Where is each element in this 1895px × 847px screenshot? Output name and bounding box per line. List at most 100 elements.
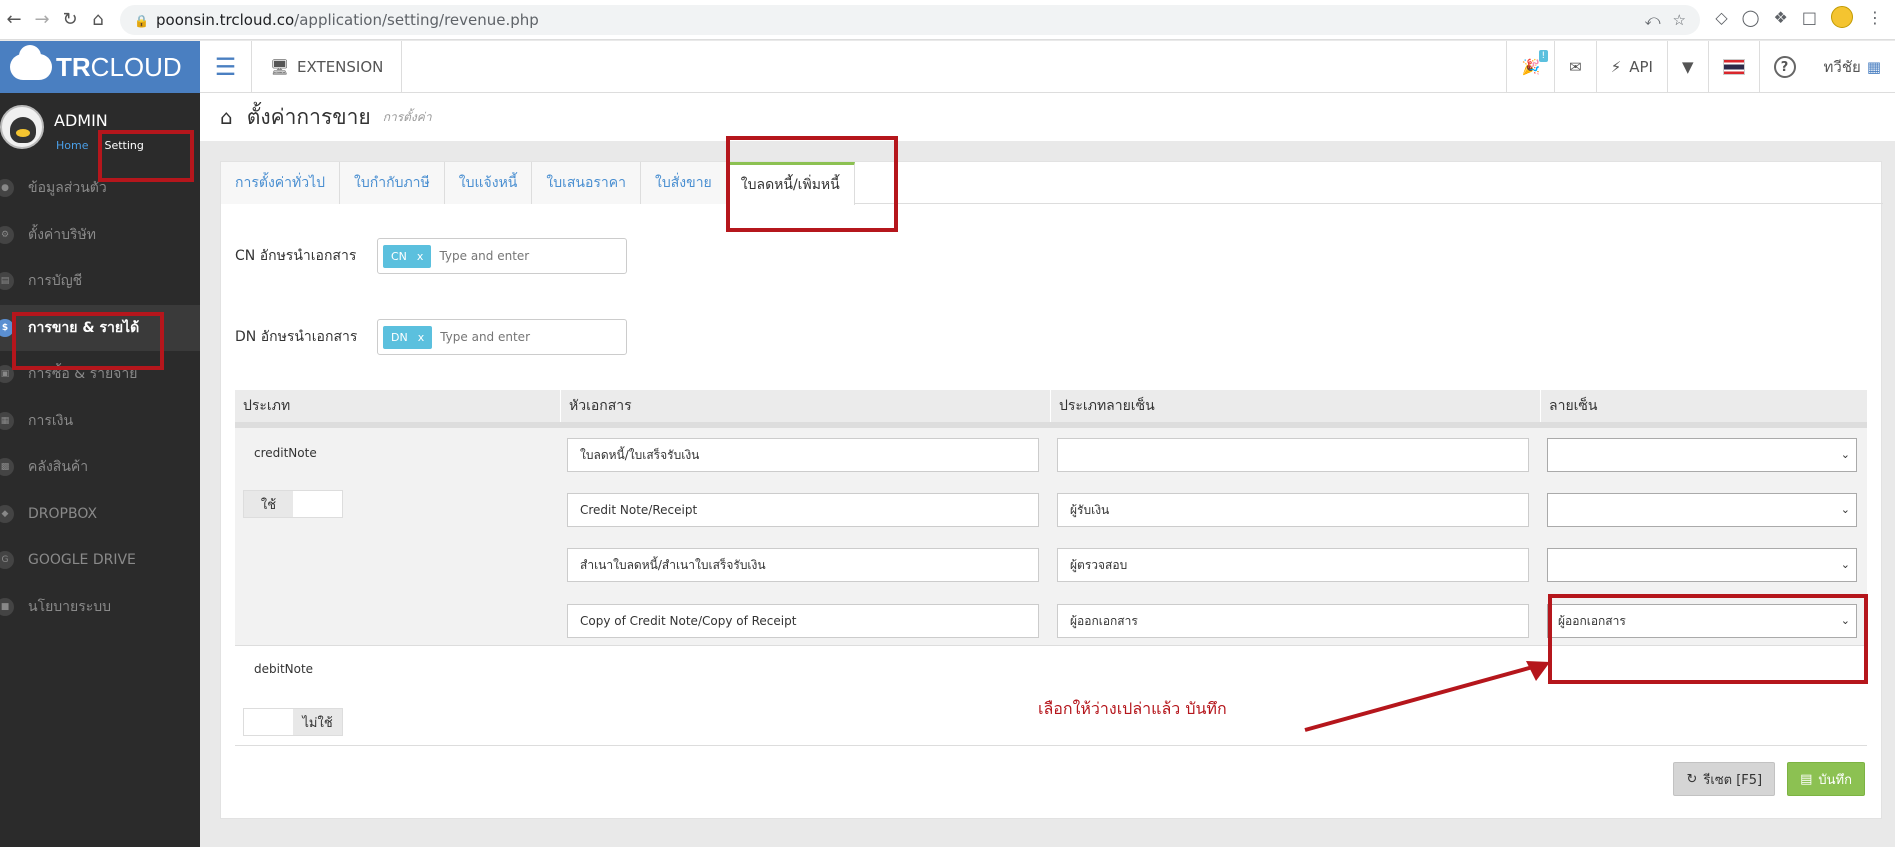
col-doc-title: หัวเอกสาร bbox=[561, 390, 1051, 422]
doc-title-field[interactable]: Copy of Credit Note/Copy of Receipt bbox=[567, 604, 1039, 638]
question-icon: ? bbox=[1773, 56, 1796, 78]
chevron-down-icon: ⌄ bbox=[1840, 503, 1850, 516]
sidebar-item-inventory[interactable]: ▩ คลังสินค้า bbox=[0, 444, 200, 491]
cn-tag-entry[interactable] bbox=[439, 249, 580, 263]
puzzle-icon[interactable]: ❖ bbox=[1774, 8, 1788, 27]
floppy-icon: ▤ bbox=[1800, 771, 1813, 787]
toggle-on-label: ใช้ bbox=[244, 491, 293, 517]
sidebar-item-policy[interactable]: ■ นโยบายระบบ bbox=[0, 584, 200, 631]
annotation-arrow bbox=[1304, 661, 1550, 732]
form-actions: ↻ รีเซต [F5] ▤ บันทึก bbox=[1673, 762, 1865, 796]
dn-tag-entry[interactable] bbox=[440, 330, 581, 344]
sidebar-item-label: ตั้งค่าบริษัท bbox=[28, 226, 97, 243]
language-button[interactable] bbox=[1707, 41, 1759, 93]
toggle-off-label: ไม่ใช้ bbox=[293, 709, 342, 735]
annotation-box-setting bbox=[98, 130, 194, 182]
sidebar-item-label: คลังสินค้า bbox=[28, 459, 89, 476]
home-browser-icon[interactable]: ⌂ bbox=[84, 9, 112, 30]
col-type: ประเภท bbox=[235, 390, 561, 422]
sidebar-item-label: นโยบายระบบ bbox=[28, 598, 112, 615]
signature-select[interactable]: ⌄ bbox=[1547, 548, 1857, 582]
home-icon[interactable]: ⌂ bbox=[220, 105, 233, 129]
tab-tax-invoice[interactable]: ใบกำกับภาษี bbox=[340, 162, 445, 204]
sign-type-field[interactable]: ผู้ตรวจสอบ bbox=[1057, 548, 1529, 582]
credit-note-type: creditNote bbox=[254, 446, 317, 460]
share-icon[interactable]: ⤺ bbox=[1645, 11, 1661, 29]
menu-kebab-icon[interactable]: ⋮ bbox=[1867, 8, 1883, 27]
trcloud-logo[interactable]: TR CLOUD bbox=[0, 41, 200, 93]
extension-button[interactable]: 🖥 EXTENSION bbox=[252, 41, 403, 93]
dn-prefix-label: DN อักษรนำเอกสาร bbox=[235, 329, 358, 345]
back-icon[interactable]: ← bbox=[0, 9, 28, 30]
shield-icon[interactable]: ◯ bbox=[1742, 8, 1760, 27]
doc-title-field[interactable]: สำเนาใบลดหนี้/สำเนาใบเสร็จรับเงิน bbox=[567, 548, 1039, 582]
sidebar-item-google-drive[interactable]: G GOOGLE DRIVE bbox=[0, 537, 200, 584]
hamburger-icon[interactable]: ☰ bbox=[200, 41, 252, 93]
debit-note-type: debitNote bbox=[254, 662, 314, 676]
user-menu[interactable]: ทวีชัย ▦ bbox=[1810, 41, 1895, 93]
forward-icon[interactable]: → bbox=[28, 9, 56, 30]
reload-icon[interactable]: ↻ bbox=[56, 9, 84, 30]
debit-note-toggle[interactable]: ไม่ใช้ bbox=[243, 708, 343, 736]
annotation-box-signature bbox=[1548, 594, 1868, 684]
sidebar-item-dropbox[interactable]: ◆ DROPBOX bbox=[0, 491, 200, 538]
sign-type-field[interactable] bbox=[1057, 438, 1529, 472]
tag-remove-icon[interactable]: x bbox=[417, 250, 424, 263]
party-icon: 🎉 bbox=[1521, 58, 1541, 76]
profile-avatar[interactable] bbox=[1831, 6, 1853, 28]
mail-button[interactable]: ✉ bbox=[1554, 41, 1596, 93]
signature-select[interactable]: ⌄ bbox=[1547, 493, 1857, 527]
book-icon: ▤ bbox=[0, 272, 14, 291]
calendar-icon: ▦ bbox=[0, 411, 14, 430]
tab-sales-order[interactable]: ใบสั่งขาย bbox=[641, 162, 727, 204]
sidebar-item-finance[interactable]: ▦ การเงิน bbox=[0, 398, 200, 445]
reset-button[interactable]: ↻ รีเซต [F5] bbox=[1673, 762, 1776, 796]
tab-general[interactable]: การตั้งค่าทั่วไป bbox=[221, 162, 341, 204]
lock-icon: 🔒 bbox=[134, 14, 149, 28]
chevron-down-icon: ⌄ bbox=[1840, 558, 1850, 571]
cn-prefix-row: CN อักษรนำเอกสาร CN x bbox=[235, 238, 627, 274]
arrow-head bbox=[1526, 661, 1550, 681]
sign-type-field[interactable]: ผู้ออกเอกสาร bbox=[1057, 604, 1529, 638]
address-bar[interactable]: 🔒 poonsin.trcloud.co/application/setting… bbox=[120, 5, 1700, 35]
sign-type-field[interactable]: ผู้รับเงิน bbox=[1057, 493, 1529, 527]
bookmark-star-icon[interactable]: ☆ bbox=[1673, 11, 1686, 29]
sidepanel-icon[interactable]: □ bbox=[1802, 8, 1817, 27]
lock-icon: ■ bbox=[0, 597, 14, 616]
user-icon: ● bbox=[0, 179, 14, 198]
col-sign-type: ประเภทลายเซ็น bbox=[1051, 390, 1541, 422]
save-button[interactable]: ▤ บันทึก bbox=[1787, 762, 1865, 796]
cloud-icon bbox=[10, 45, 52, 80]
annotation-box-sales bbox=[12, 312, 164, 370]
api-label: API bbox=[1629, 58, 1653, 76]
sidebar-item-company[interactable]: ⚙ ตั้งค่าบริษัท bbox=[0, 212, 200, 259]
reset-label: รีเซต [F5] bbox=[1703, 772, 1763, 788]
sidebar: ADMIN Home Setting ● ข้อมูลส่วนตัว ⚙ ตั้งค… bbox=[0, 93, 200, 847]
url-domain: poonsin.trcloud.co bbox=[156, 11, 295, 29]
dn-prefix-input[interactable]: DN x bbox=[377, 319, 627, 355]
tab-bar: การตั้งค่าทั่วไป ใบกำกับภาษี ใบแจ้งหนี้ … bbox=[221, 162, 1883, 205]
sidebar-item-accounting[interactable]: ▤ การบัญชี bbox=[0, 258, 200, 305]
doc-title-field[interactable]: ใบลดหนี้/ใบเสร็จรับเงิน bbox=[567, 438, 1039, 472]
avatar bbox=[0, 105, 44, 149]
thai-flag-icon bbox=[1722, 59, 1745, 75]
app-header: TR CLOUD ☰ 🖥 EXTENSION 🎉 ! ✉ ⚡ API ▼ ? ทวี… bbox=[0, 41, 1895, 93]
dn-tag: DN x bbox=[383, 325, 433, 349]
dropdown-button[interactable]: ▼ bbox=[1666, 41, 1708, 93]
credit-note-toggle[interactable]: ใช้ bbox=[243, 490, 343, 518]
extension-icon[interactable]: ◇ bbox=[1715, 8, 1727, 27]
logo-text: CLOUD bbox=[90, 51, 182, 82]
notification-button[interactable]: 🎉 ! bbox=[1506, 41, 1554, 93]
doc-title-field[interactable]: Credit Note/Receipt bbox=[567, 493, 1039, 527]
cn-prefix-input[interactable]: CN x bbox=[377, 238, 627, 274]
refresh-icon: ↻ bbox=[1686, 771, 1698, 787]
api-button[interactable]: ⚡ API bbox=[1595, 41, 1667, 93]
tab-invoice[interactable]: ใบแจ้งหนี้ bbox=[444, 162, 533, 204]
logo-text-bold: TR bbox=[56, 51, 91, 82]
home-link[interactable]: Home bbox=[56, 139, 88, 152]
tag-remove-icon[interactable]: x bbox=[418, 331, 425, 344]
signature-select[interactable]: ⌄ bbox=[1547, 438, 1857, 472]
tab-quotation[interactable]: ใบเสนอราคา bbox=[532, 162, 642, 204]
page-subtitle: การตั้งค่า bbox=[382, 109, 432, 124]
help-button[interactable]: ? bbox=[1758, 41, 1810, 93]
